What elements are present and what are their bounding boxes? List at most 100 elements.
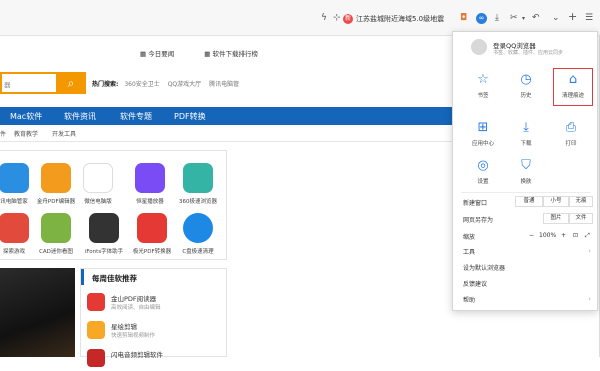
menu-downloads[interactable]: ⤓ 下载 xyxy=(506,120,546,154)
download-icon[interactable]: ⤓ xyxy=(495,14,499,23)
menu-item-label: 换肤 xyxy=(520,179,532,185)
game-icon[interactable]: ◘ xyxy=(460,14,467,23)
save-as-image[interactable]: 图片 xyxy=(543,213,569,224)
zoom-in-button[interactable]: + xyxy=(561,232,566,239)
login-area[interactable]: 登录QQ浏览器 书签、收藏、插件、应用云同步 xyxy=(453,32,599,62)
new-window-normal[interactable]: 普通 xyxy=(515,196,543,207)
infinity-icon[interactable]: ∞ xyxy=(476,13,487,24)
app-tile[interactable]: 讯电脑管家 xyxy=(0,163,36,205)
divider xyxy=(0,141,460,142)
new-window-incognito[interactable]: 无痕 xyxy=(569,196,593,207)
menu-print[interactable]: ⎙ 打印 xyxy=(551,120,591,154)
app-label: 金舟PDF编辑器 xyxy=(36,199,76,205)
pin-icon[interactable]: ⊹ xyxy=(333,14,341,23)
menu-default-browser[interactable]: 设为默认浏览器 xyxy=(463,263,591,275)
divider xyxy=(461,192,591,193)
hot-search-item[interactable]: QQ游戏大厅 xyxy=(168,81,201,88)
nav-item-mac[interactable]: Mac软件 xyxy=(10,111,42,122)
row-label: 反馈建议 xyxy=(463,281,488,288)
menu-app-center[interactable]: ⊞ 应用中心 xyxy=(463,120,503,154)
menu-bookmarks[interactable]: ☆ 书签 xyxy=(463,72,503,106)
apps-icon: ⊞ xyxy=(477,120,489,135)
lightning-icon[interactable]: ϟ xyxy=(321,14,327,23)
news-link-label: 今日要闻 xyxy=(148,50,175,58)
save-as-file[interactable]: 文件 xyxy=(569,213,593,224)
avatar xyxy=(471,39,487,55)
chevron-down-icon[interactable]: ⌄ xyxy=(552,14,560,23)
weekly-recommend: 每周佳软推荐 金山PDF阅读器 高效阅读、自由编辑 星绘剪辑 快速剪辑视频制作 … xyxy=(80,268,228,367)
menu-tools[interactable]: 工具 › xyxy=(463,247,591,259)
list-item[interactable]: 闪电音频剪辑软件 xyxy=(87,347,227,371)
top-links: ▦ 今日要闻 ▦ 软件下载排行榜 xyxy=(140,48,286,60)
hot-search: 热门搜索: 360安全卫士 QQ游戏大厅 腾讯电脑管 xyxy=(92,79,245,88)
menu-item-label: 历史 xyxy=(520,93,532,99)
fullscreen-icon[interactable]: ⤢ xyxy=(585,232,590,240)
list-item[interactable]: 星绘剪辑 快速剪辑视频制作 xyxy=(87,319,227,343)
browser-icon xyxy=(183,163,213,193)
cad-icon xyxy=(41,213,71,243)
menu-icon[interactable]: ☰ xyxy=(585,14,593,23)
menu-feedback[interactable]: 反馈建议 xyxy=(463,279,591,291)
section-title: 每周佳软推荐 xyxy=(81,269,228,285)
nav-item-news[interactable]: 软件资讯 xyxy=(64,111,96,122)
app-label: 探索游戏 xyxy=(2,249,25,255)
shield-icon xyxy=(0,163,29,193)
menu-settings[interactable]: ◎ 设置 xyxy=(463,158,503,192)
clock-icon: ◷ xyxy=(520,72,532,87)
app-label: 360极速浏览器 xyxy=(179,199,217,205)
news-link[interactable]: ▦ 今日要闻 xyxy=(140,50,188,58)
app-tile[interactable]: iFonts字体助手 xyxy=(82,213,126,255)
row-label: 新建窗口 xyxy=(463,200,488,207)
app-tile[interactable]: 探索游戏 xyxy=(0,213,36,255)
subnav-item[interactable]: 教育教学 xyxy=(14,129,38,138)
plus-icon[interactable]: + xyxy=(568,11,577,22)
app-label: 讯电脑管家 xyxy=(0,199,28,205)
menu-skin[interactable]: ⛉ 换肤 xyxy=(506,158,546,192)
star-icon: ☆ xyxy=(477,72,489,87)
app-tile[interactable]: 恒星播放器 xyxy=(128,163,172,205)
list-item[interactable]: 金山PDF阅读器 高效阅读、自由编辑 xyxy=(87,291,227,315)
game-banner[interactable] xyxy=(0,268,75,357)
broom-icon: ⌂ xyxy=(568,72,578,87)
subnav-item[interactable]: 件 xyxy=(0,129,6,138)
nav-item-topics[interactable]: 软件专题 xyxy=(120,111,152,122)
search-button[interactable]: ⌕ xyxy=(56,72,86,94)
lock-icon[interactable]: ⊡ xyxy=(573,232,578,239)
app-tile[interactable]: 360极速浏览器 xyxy=(176,163,220,205)
app-tile[interactable]: CAD迷你看图 xyxy=(34,213,78,255)
pdf-icon xyxy=(41,163,71,193)
menu-clear-traces[interactable]: ⌂ 清理痕迹 xyxy=(553,68,593,106)
player-icon xyxy=(135,163,165,193)
search-input[interactable]: 器 xyxy=(0,72,56,94)
news-ticker[interactable]: 江苏盐城附近海域5.0级地震 xyxy=(356,12,456,26)
ranking-link-label: 软件下载排行榜 xyxy=(212,50,259,58)
row-label: 网页另存为 xyxy=(463,217,494,224)
subnav-item[interactable]: 开发工具 xyxy=(52,129,76,138)
ranking-link[interactable]: ▦ 软件下载排行榜 xyxy=(204,50,272,58)
app-tile[interactable]: 微信电脑版 xyxy=(76,163,120,205)
app-tile[interactable]: 金舟PDF编辑器 xyxy=(34,163,78,205)
item-desc: 快速剪辑视频制作 xyxy=(111,333,156,339)
new-window-row: 新建窗口 普通 小号 无痕 xyxy=(463,196,593,210)
nav-item-pdf[interactable]: PDF转换 xyxy=(174,111,206,122)
zoom-out-button[interactable]: − xyxy=(529,232,534,239)
hot-search-item[interactable]: 腾讯电脑管 xyxy=(209,81,239,88)
cleaner-icon xyxy=(183,213,213,243)
login-desc: 书签、收藏、插件、应用云同步 xyxy=(493,50,564,56)
menu-history[interactable]: ◷ 历史 xyxy=(506,72,546,106)
item-title: 星绘剪辑 xyxy=(111,323,137,331)
menu-help[interactable]: 帮助 › xyxy=(463,295,591,307)
undo-icon[interactable]: ↶ xyxy=(532,14,540,23)
video-edit-icon xyxy=(87,321,105,339)
chevron-right-icon: › xyxy=(588,295,591,303)
zoom-value: 100% xyxy=(539,232,557,239)
hot-search-item[interactable]: 360安全卫士 xyxy=(124,81,159,88)
chevron-down-icon[interactable]: ▾ xyxy=(522,14,525,23)
menu-item-label: 书签 xyxy=(477,93,489,99)
new-window-small[interactable]: 小号 xyxy=(543,196,569,207)
app-tile[interactable]: C盘极速清理 xyxy=(176,213,220,255)
row-label: 帮助 xyxy=(463,297,476,304)
cut-icon[interactable]: ✂ xyxy=(510,14,518,23)
app-tile[interactable]: 极光PDF转换器 xyxy=(130,213,174,255)
item-title: 金山PDF阅读器 xyxy=(111,295,157,303)
